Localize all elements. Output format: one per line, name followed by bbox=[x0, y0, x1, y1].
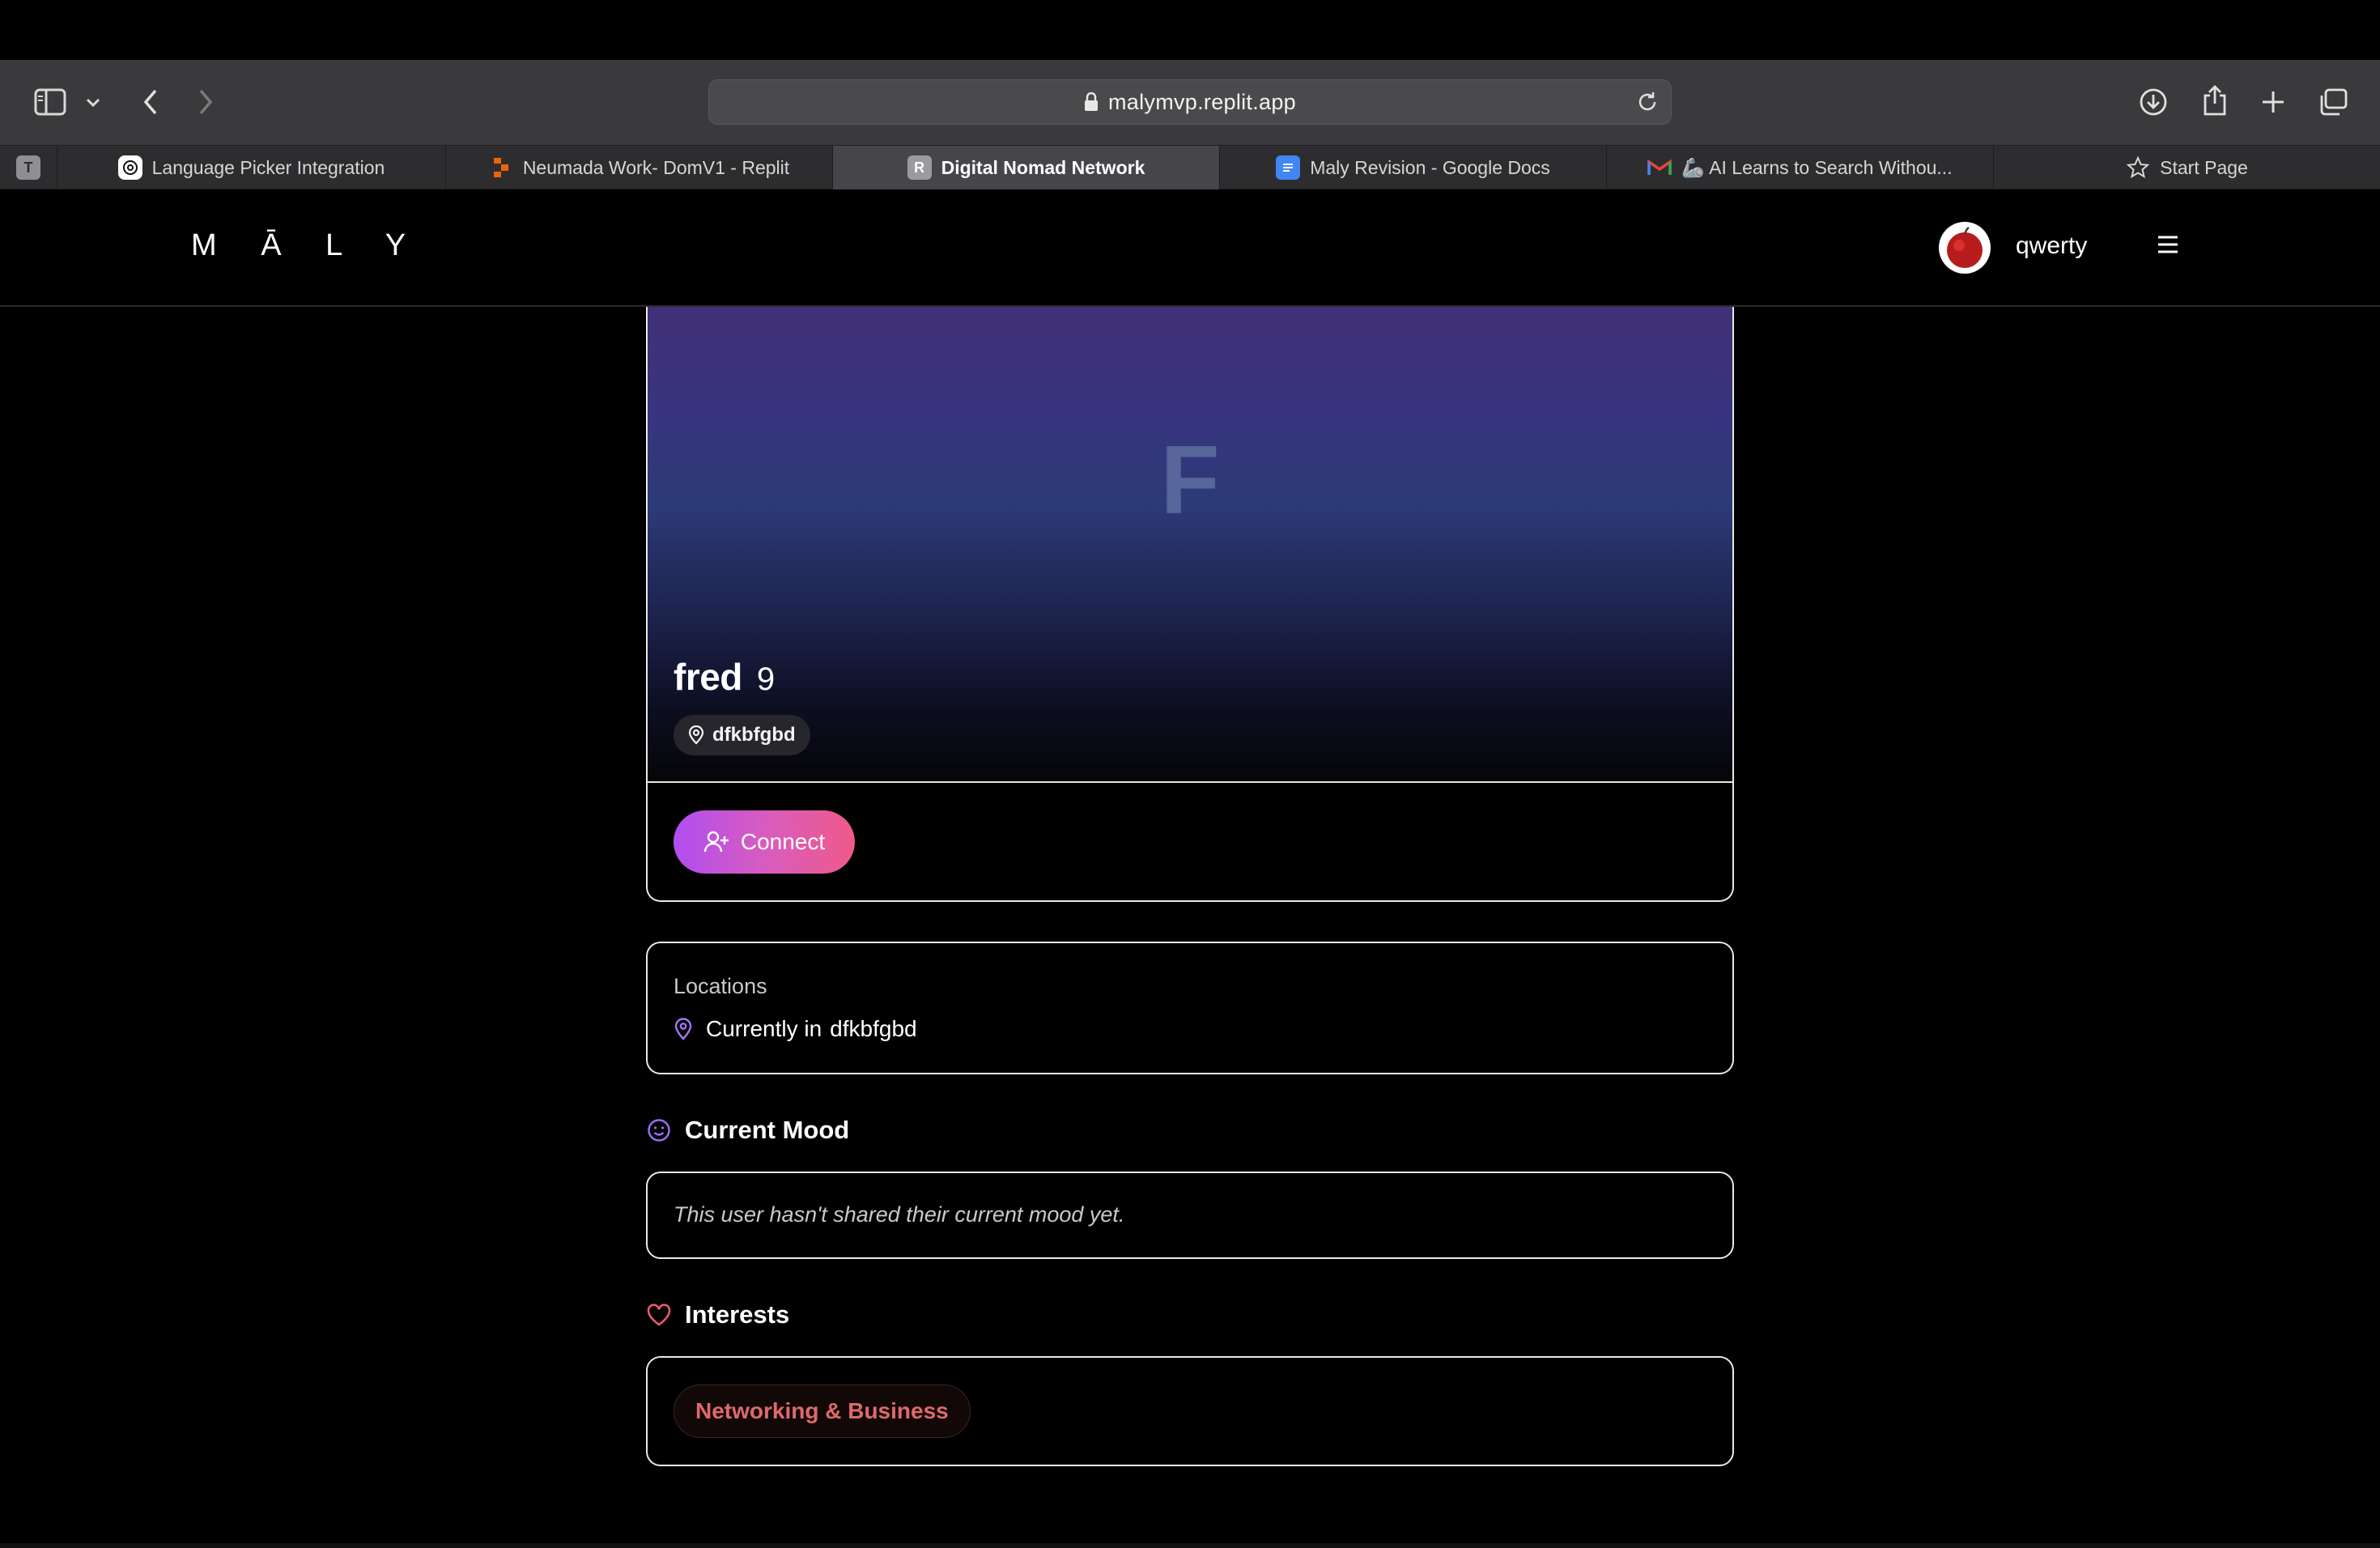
smile-icon bbox=[646, 1117, 672, 1143]
location-place: dfkbfgbd bbox=[830, 1016, 917, 1041]
tab-language-picker[interactable]: Language Picker Integration bbox=[57, 146, 445, 189]
map-pin-icon bbox=[688, 725, 704, 745]
location-badge: dfkbfgbd bbox=[674, 715, 810, 755]
map-pin-icon bbox=[674, 1018, 693, 1040]
tab-neumada-work[interactable]: Neumada Work- DomV1 - Replit bbox=[445, 146, 832, 189]
browser-toolbar: malymvp.replit.app bbox=[0, 60, 2380, 145]
forward-icon[interactable] bbox=[191, 84, 220, 120]
connect-label: Connect bbox=[740, 829, 826, 854]
interests-title: Interests bbox=[685, 1300, 790, 1329]
tab-label: Maly Revision - Google Docs bbox=[1310, 156, 1550, 178]
sidebar-toggle-icon[interactable] bbox=[32, 86, 68, 118]
r-favicon-icon: R bbox=[907, 155, 932, 180]
address-bar[interactable]: malymvp.replit.app bbox=[708, 79, 1672, 125]
openai-icon bbox=[117, 155, 142, 180]
tab-label: Start Page bbox=[2160, 156, 2248, 178]
replit-icon bbox=[489, 155, 513, 180]
tab-label: Digital Nomad Network bbox=[941, 156, 1145, 178]
tab-label: Neumada Work- DomV1 - Replit bbox=[522, 156, 790, 178]
apple-avatar-icon bbox=[1947, 226, 1983, 268]
tab-digital-nomad-network[interactable]: R Digital Nomad Network bbox=[832, 146, 1219, 189]
screen-top-bezel bbox=[0, 0, 2380, 60]
connect-button[interactable]: Connect bbox=[674, 810, 855, 874]
profile-card: F fred 9 dfkbfgbd Connect bbox=[646, 307, 1734, 902]
locations-title: Locations bbox=[674, 974, 767, 998]
lock-icon bbox=[1084, 92, 1099, 112]
gmail-icon bbox=[1647, 155, 1672, 180]
heart-icon bbox=[646, 1303, 672, 1327]
download-icon[interactable] bbox=[2137, 84, 2170, 120]
tab-label: 🦾 AI Learns to Search Withou... bbox=[1681, 156, 1953, 178]
interests-heading: Interests bbox=[646, 1300, 789, 1329]
hamburger-menu-icon[interactable] bbox=[2157, 235, 2179, 254]
location-prefix: Currently in bbox=[706, 1016, 822, 1041]
username[interactable]: qwerty bbox=[2016, 232, 2087, 260]
user-plus-icon bbox=[703, 830, 729, 854]
tab-pinned[interactable]: T bbox=[0, 146, 57, 189]
tab-bar: T Language Picker Integration Neumada Wo… bbox=[0, 145, 2380, 189]
avatar[interactable] bbox=[1939, 222, 1991, 274]
interest-tag[interactable]: Networking & Business bbox=[674, 1384, 971, 1438]
star-icon bbox=[2126, 155, 2150, 180]
mood-title: Current Mood bbox=[685, 1116, 850, 1144]
reload-icon[interactable] bbox=[1635, 90, 1660, 114]
mood-empty-text: This user hasn't shared their current mo… bbox=[674, 1202, 1125, 1227]
mood-card: This user hasn't shared their current mo… bbox=[646, 1172, 1734, 1259]
chevron-down-icon[interactable] bbox=[83, 92, 104, 113]
name-row: fred 9 bbox=[674, 655, 775, 699]
interests-card: Networking & Business bbox=[646, 1356, 1734, 1466]
profile-age: 9 bbox=[756, 661, 776, 697]
app-header: M Ā L Y qwerty bbox=[0, 189, 2380, 307]
new-tab-icon[interactable] bbox=[2257, 86, 2289, 118]
current-mood-heading: Current Mood bbox=[646, 1116, 849, 1145]
profile-hero: F fred 9 dfkbfgbd bbox=[648, 307, 1732, 783]
pinned-tab-icon: T bbox=[16, 155, 40, 180]
maly-logo[interactable]: M Ā L Y bbox=[191, 228, 423, 263]
tab-maly-revision[interactable]: Maly Revision - Google Docs bbox=[1219, 146, 1606, 189]
tab-start-page[interactable]: Start Page bbox=[1993, 146, 2380, 189]
page-bottom-edge bbox=[0, 1543, 2380, 1548]
current-location-row: Currently in dfkbfgbd bbox=[674, 1016, 917, 1042]
profile-initial: F bbox=[1160, 426, 1220, 534]
share-icon[interactable] bbox=[2199, 81, 2231, 120]
profile-name: fred bbox=[674, 656, 742, 698]
location-badge-text: dfkbfgbd bbox=[712, 724, 796, 746]
tab-label: Language Picker Integration bbox=[151, 156, 385, 178]
tab-overview-icon[interactable] bbox=[2317, 86, 2349, 118]
tab-ai-learns[interactable]: 🦾 AI Learns to Search Withou... bbox=[1606, 146, 1993, 189]
back-icon[interactable] bbox=[136, 84, 165, 120]
locations-card: Locations Currently in dfkbfgbd bbox=[646, 942, 1734, 1074]
google-docs-icon bbox=[1276, 155, 1301, 180]
url-text: malymvp.replit.app bbox=[1108, 89, 1296, 114]
